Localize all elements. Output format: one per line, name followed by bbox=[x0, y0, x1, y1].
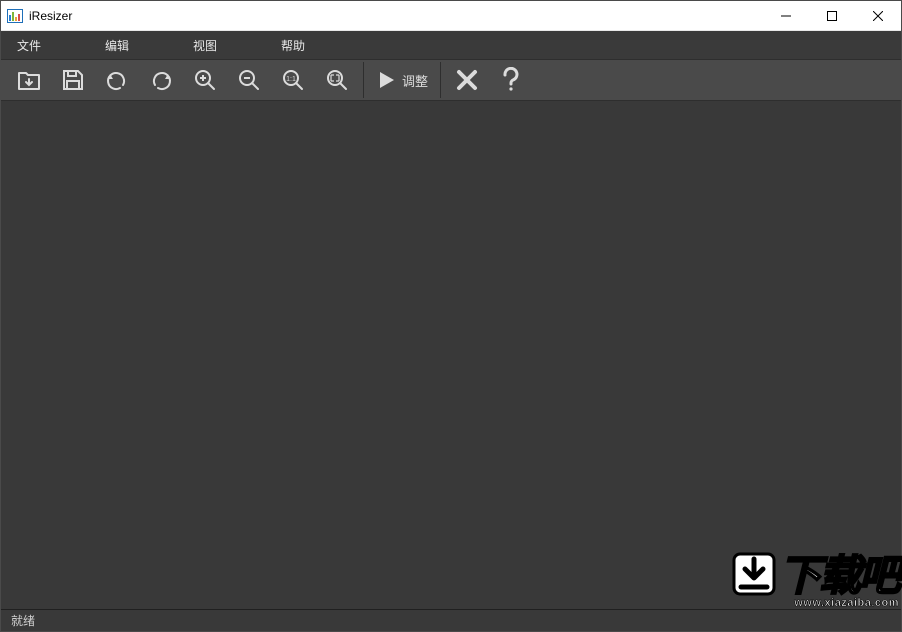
x-icon bbox=[456, 69, 478, 91]
app-window: iResizer 文件 编辑 视图 帮助 bbox=[0, 0, 902, 632]
watermark-logo-icon bbox=[731, 551, 777, 597]
adjust-label: 调整 bbox=[402, 71, 428, 90]
toolbar-separator bbox=[440, 62, 441, 98]
zoom-in-button[interactable] bbox=[183, 59, 227, 101]
toolbar: 1:1 调整 bbox=[1, 59, 901, 101]
menu-edit[interactable]: 编辑 bbox=[93, 37, 141, 54]
cancel-button[interactable] bbox=[445, 59, 489, 101]
undo-button[interactable] bbox=[95, 59, 139, 101]
open-folder-icon bbox=[16, 67, 42, 93]
zoom-actual-button[interactable]: 1:1 bbox=[271, 59, 315, 101]
maximize-icon bbox=[827, 11, 837, 21]
zoom-in-icon bbox=[193, 68, 217, 92]
app-icon bbox=[7, 9, 23, 23]
window-controls bbox=[763, 1, 901, 30]
close-icon bbox=[873, 11, 883, 21]
app-title: iResizer bbox=[29, 9, 72, 23]
svg-text:1:1: 1:1 bbox=[286, 76, 296, 83]
watermark: 下载吧 www.xiazaiba.com bbox=[731, 551, 899, 609]
zoom-fit-icon bbox=[325, 68, 349, 92]
save-button[interactable] bbox=[51, 59, 95, 101]
redo-button[interactable] bbox=[139, 59, 183, 101]
zoom-actual-icon: 1:1 bbox=[281, 68, 305, 92]
redo-icon bbox=[148, 67, 174, 93]
save-icon bbox=[61, 68, 85, 92]
titlebar-left: iResizer bbox=[7, 9, 72, 23]
open-button[interactable] bbox=[7, 59, 51, 101]
minimize-button[interactable] bbox=[763, 1, 809, 30]
menu-help[interactable]: 帮助 bbox=[269, 37, 317, 54]
run-adjust-button[interactable]: 调整 bbox=[368, 59, 436, 101]
canvas-area[interactable]: 下载吧 www.xiazaiba.com bbox=[1, 101, 901, 609]
statusbar: 就绪 bbox=[1, 609, 901, 631]
minimize-icon bbox=[781, 11, 791, 21]
play-icon bbox=[376, 70, 396, 90]
zoom-out-button[interactable] bbox=[227, 59, 271, 101]
help-button[interactable] bbox=[489, 59, 533, 101]
status-text: 就绪 bbox=[11, 612, 35, 629]
menubar: 文件 编辑 视图 帮助 bbox=[1, 31, 901, 59]
watermark-text: 下载吧 bbox=[779, 555, 899, 597]
question-icon bbox=[500, 67, 522, 93]
zoom-fit-button[interactable] bbox=[315, 59, 359, 101]
menu-view[interactable]: 视图 bbox=[181, 37, 229, 54]
zoom-out-icon bbox=[237, 68, 261, 92]
undo-icon bbox=[104, 67, 130, 93]
titlebar: iResizer bbox=[1, 1, 901, 31]
maximize-button[interactable] bbox=[809, 1, 855, 30]
close-button[interactable] bbox=[855, 1, 901, 30]
watermark-url: www.xiazaiba.com bbox=[731, 597, 899, 609]
menu-file[interactable]: 文件 bbox=[5, 37, 53, 54]
toolbar-separator bbox=[363, 62, 364, 98]
